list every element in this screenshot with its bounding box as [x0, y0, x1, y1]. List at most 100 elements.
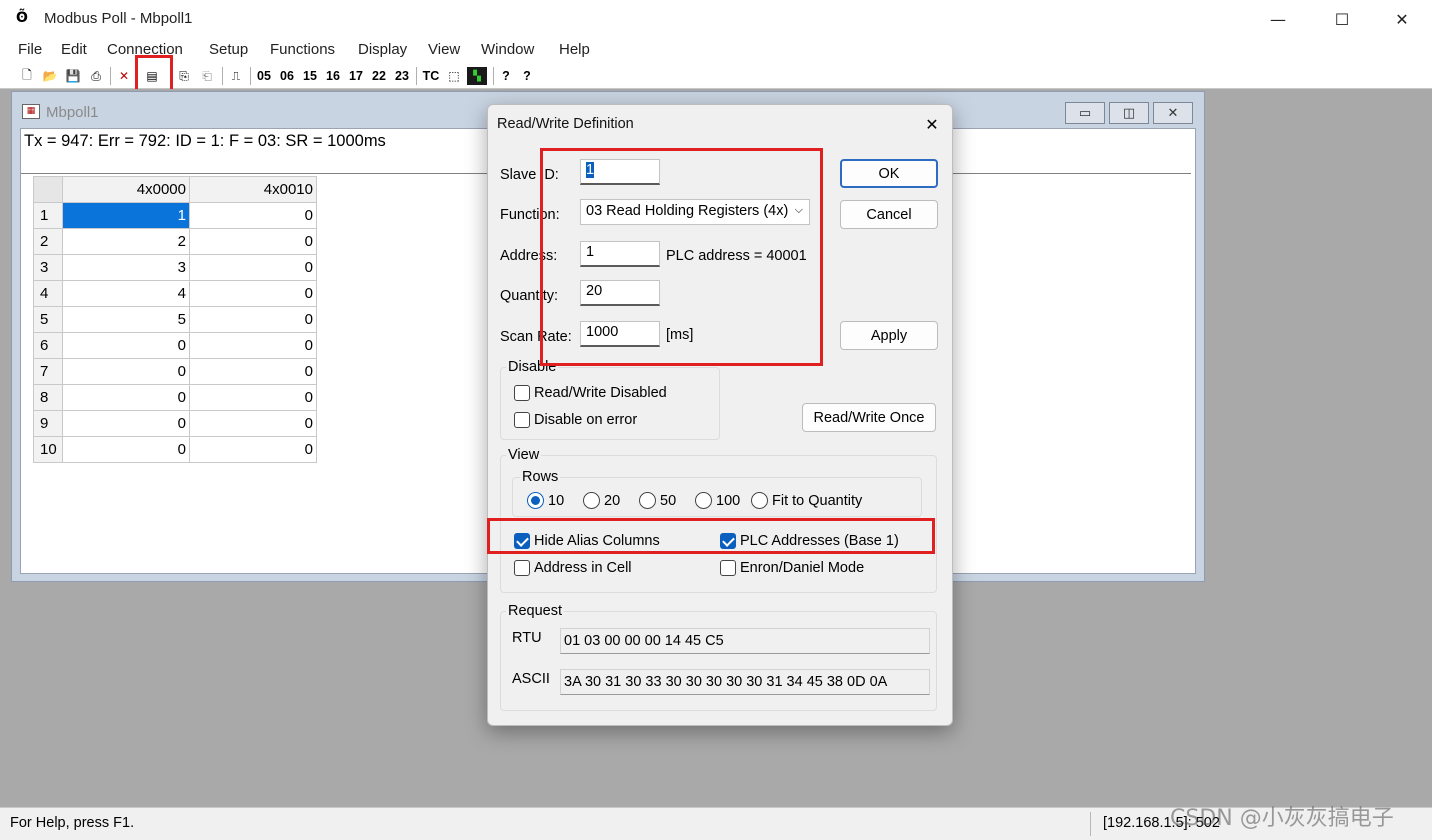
- open-icon[interactable]: 📂: [40, 67, 60, 85]
- rows-fit-to-quantity-radio[interactable]: [751, 492, 768, 509]
- toolbar-separator: [493, 67, 494, 85]
- row-header: 3: [33, 254, 63, 281]
- ok-button[interactable]: OK: [840, 159, 938, 188]
- register-cell[interactable]: 0: [62, 410, 190, 437]
- function-label: Function:: [500, 207, 560, 223]
- menu-window[interactable]: Window: [481, 41, 534, 58]
- register-cell[interactable]: 0: [189, 410, 317, 437]
- menu-display[interactable]: Display: [358, 41, 407, 58]
- register-cell[interactable]: 0: [189, 384, 317, 411]
- register-cell[interactable]: 4: [62, 280, 190, 307]
- menu-file[interactable]: File: [18, 41, 42, 58]
- row-header: 9: [33, 410, 63, 437]
- minimize-button[interactable]: —: [1256, 4, 1300, 34]
- register-cell[interactable]: 0: [189, 280, 317, 307]
- rows-100-radio[interactable]: [695, 492, 712, 509]
- dialog-title: Read/Write Definition: [497, 116, 634, 132]
- rows-group-title: Rows: [520, 469, 561, 485]
- register-cell[interactable]: 0: [189, 254, 317, 281]
- rows-20-radio[interactable]: [583, 492, 600, 509]
- menu-connection[interactable]: Connection: [107, 41, 183, 58]
- menu-setup[interactable]: Setup: [209, 41, 248, 58]
- register-cell[interactable]: 0: [62, 384, 190, 411]
- disconnect-icon[interactable]: ⎗: [197, 67, 217, 85]
- row-header: 10: [33, 436, 63, 463]
- menu-view[interactable]: View: [428, 41, 460, 58]
- new-icon[interactable]: 🗋: [18, 67, 36, 85]
- fc-22-button[interactable]: 22: [370, 67, 388, 85]
- communication-traffic-icon[interactable]: ⬚: [445, 67, 463, 85]
- toolbar-separator: [416, 67, 417, 85]
- fc-23-button[interactable]: 23: [393, 67, 411, 85]
- register-cell[interactable]: 1: [62, 202, 190, 229]
- status-help-text: For Help, press F1.: [10, 815, 135, 831]
- row-header: 2: [33, 228, 63, 255]
- fc-05-button[interactable]: 05: [255, 67, 273, 85]
- address-in-cell-checkbox[interactable]: [514, 560, 530, 576]
- read-write-once-button[interactable]: Read/Write Once: [802, 403, 936, 432]
- fc-17-button[interactable]: 17: [347, 67, 365, 85]
- close-button[interactable]: ✕: [1380, 4, 1424, 34]
- save-icon[interactable]: 💾: [64, 67, 82, 85]
- column-header-4x0010[interactable]: 4x0010: [189, 176, 317, 203]
- rtu-request-field[interactable]: 01 03 00 00 00 14 45 C5: [560, 628, 930, 654]
- fc-16-button[interactable]: 16: [324, 67, 342, 85]
- scan-rate-input[interactable]: 1000: [580, 321, 660, 347]
- child-minimize-button[interactable]: ▭: [1065, 102, 1105, 124]
- print-icon[interactable]: ⎙: [86, 67, 106, 85]
- enron-daniel-checkbox[interactable]: [720, 560, 736, 576]
- menu-functions[interactable]: Functions: [270, 41, 335, 58]
- register-cell[interactable]: 3: [62, 254, 190, 281]
- column-header-4x0000[interactable]: 4x0000: [62, 176, 190, 203]
- register-cell[interactable]: 0: [189, 306, 317, 333]
- tc-button[interactable]: TC: [421, 67, 441, 85]
- grid-corner: [33, 176, 63, 203]
- fc-15-button[interactable]: 15: [301, 67, 319, 85]
- cancel-button[interactable]: Cancel: [840, 200, 938, 229]
- toolbar-separator: [222, 67, 223, 85]
- apply-button[interactable]: Apply: [840, 321, 938, 350]
- child-maximize-button[interactable]: ◫: [1109, 102, 1149, 124]
- rows-10-radio[interactable]: [527, 492, 544, 509]
- toolbar-separator: [110, 67, 111, 85]
- table-row: 3 3 0: [33, 254, 317, 281]
- read-write-definition-dialog: Read/Write Definition ✕ Slave ID: 1 Func…: [487, 104, 953, 726]
- menu-help[interactable]: Help: [559, 41, 590, 58]
- fc-06-button[interactable]: 06: [278, 67, 296, 85]
- register-cell[interactable]: 0: [189, 436, 317, 463]
- function-select[interactable]: 03 Read Holding Registers (4x) ⌵: [580, 199, 810, 225]
- register-cell[interactable]: 0: [189, 358, 317, 385]
- chart-icon[interactable]: ▚: [467, 67, 487, 85]
- plc-addresses-checkbox[interactable]: [720, 533, 736, 549]
- request-group: [500, 611, 937, 711]
- register-cell[interactable]: 0: [189, 202, 317, 229]
- register-cell[interactable]: 0: [189, 228, 317, 255]
- context-help-button[interactable]: ?: [518, 67, 536, 85]
- row-header: 5: [33, 306, 63, 333]
- register-cell[interactable]: 2: [62, 228, 190, 255]
- dialog-close-icon[interactable]: ✕: [916, 111, 948, 137]
- register-cell[interactable]: 5: [62, 306, 190, 333]
- quantity-input[interactable]: 20: [580, 280, 660, 306]
- slave-id-input[interactable]: 1: [580, 159, 660, 185]
- connect-icon[interactable]: ⎘: [174, 67, 194, 85]
- address-input[interactable]: 1: [580, 241, 660, 267]
- register-cell[interactable]: 0: [189, 332, 317, 359]
- register-cell[interactable]: 0: [62, 358, 190, 385]
- register-cell[interactable]: 0: [62, 436, 190, 463]
- register-cell[interactable]: 0: [62, 332, 190, 359]
- delete-icon[interactable]: ✕: [115, 67, 133, 85]
- hide-alias-columns-checkbox[interactable]: [514, 533, 530, 549]
- row-header: 6: [33, 332, 63, 359]
- help-button[interactable]: ?: [498, 67, 514, 85]
- maximize-button[interactable]: ☐: [1320, 4, 1364, 34]
- rows-50-radio[interactable]: [639, 492, 656, 509]
- rw-disabled-checkbox[interactable]: [514, 385, 530, 401]
- read-write-definition-icon[interactable]: ▤: [143, 67, 161, 85]
- menu-edit[interactable]: Edit: [61, 41, 87, 58]
- child-close-button[interactable]: ✕: [1153, 102, 1193, 124]
- poll-status-line: Tx = 947: Err = 792: ID = 1: F = 03: SR …: [24, 132, 386, 150]
- ascii-request-field[interactable]: 3A 30 31 30 33 30 30 30 30 30 31 34 45 3…: [560, 669, 930, 695]
- pulse-icon[interactable]: ⎍: [227, 67, 245, 85]
- disable-on-error-checkbox[interactable]: [514, 412, 530, 428]
